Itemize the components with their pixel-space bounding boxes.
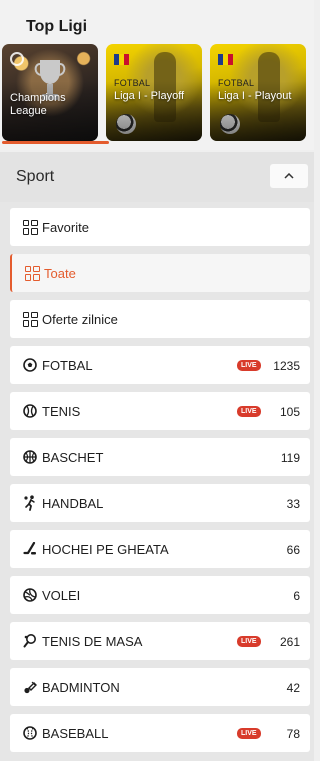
live-badge: LIVE	[237, 360, 261, 371]
live-badge: LIVE	[237, 636, 261, 647]
sport-item-handbal[interactable]: HANDBAL 33	[10, 484, 310, 522]
sport-item-baschet[interactable]: BASCHET 119	[10, 438, 310, 476]
sport-item-tenis[interactable]: TENIS LIVE 105	[10, 392, 310, 430]
volleyball-icon	[22, 587, 38, 603]
baseball-icon	[22, 725, 38, 741]
league-card-liga-i-playout[interactable]: FOTBAL Liga I - Playout	[210, 44, 306, 141]
sport-title: Sport	[16, 168, 55, 185]
sport-item-label: TENIS	[42, 404, 81, 419]
romania-flag-icon	[114, 54, 129, 65]
soccer-ball-icon	[22, 357, 38, 373]
selected-card-indicator	[2, 141, 109, 144]
grid-icon	[24, 265, 40, 281]
sport-item-toate[interactable]: Toate	[10, 254, 310, 292]
tennis-ball-icon	[22, 403, 38, 419]
live-badge: LIVE	[237, 728, 261, 739]
sport-item-label: Toate	[44, 266, 76, 281]
grid-icon	[22, 219, 38, 235]
sport-item-label: HOCHEI PE GHEATA	[42, 542, 169, 557]
chevron-up-icon	[284, 173, 294, 179]
sport-item-label: Favorite	[42, 220, 89, 235]
event-count: 261	[279, 635, 300, 649]
event-count: 105	[279, 405, 300, 419]
top-ligi-section: Top Ligi Champions League FOTBAL Liga I …	[0, 0, 314, 150]
card-label-line2: League	[10, 105, 47, 117]
sport-item-baseball[interactable]: BASEBALL LIVE 78	[10, 714, 310, 752]
sport-item-label: BASEBALL	[42, 726, 109, 741]
sport-panel: Sport Favorite Toate Oferte zilnice FOTB…	[0, 152, 314, 761]
sport-item-label: BADMINTON	[42, 680, 120, 695]
sport-item-label: Oferte zilnice	[42, 312, 118, 327]
sport-item-badminton[interactable]: BADMINTON 42	[10, 668, 310, 706]
romania-flag-icon	[218, 54, 233, 65]
card-label: Liga I - Playoff	[114, 90, 185, 102]
league-card-liga-i-playoff[interactable]: FOTBAL Liga I - Playoff	[106, 44, 202, 141]
event-count: 33	[286, 497, 300, 511]
grid-icon	[22, 311, 38, 327]
sport-item-tenis-de-masa[interactable]: TENIS DE MASA LIVE 261	[10, 622, 310, 660]
sport-item-label: FOTBAL	[42, 358, 93, 373]
sport-item-favorite[interactable]: Favorite	[10, 208, 310, 246]
sport-item-label: BASCHET	[42, 450, 104, 465]
sport-item-oferte-zilnice[interactable]: Oferte zilnice	[10, 300, 310, 338]
sport-header: Sport	[0, 152, 314, 202]
basketball-icon	[22, 449, 38, 465]
collapse-button[interactable]	[270, 164, 308, 188]
hockey-stick-icon	[22, 541, 38, 557]
table-tennis-icon	[22, 633, 38, 649]
sport-item-fotbal[interactable]: FOTBAL LIVE 1235	[10, 346, 310, 384]
league-card-champions-league[interactable]: Champions League	[2, 44, 98, 141]
sport-item-label: VOLEI	[42, 588, 81, 603]
sport-item-label: TENIS DE MASA	[42, 634, 143, 649]
sport-item-hochei-pe-gheata[interactable]: HOCHEI PE GHEATA 66	[10, 530, 310, 568]
section-title: Top Ligi	[26, 18, 88, 35]
sport-item-label: HANDBAL	[42, 496, 104, 511]
event-count: 78	[286, 727, 300, 741]
sport-item-volei[interactable]: VOLEI 6	[10, 576, 310, 614]
live-badge: LIVE	[237, 406, 261, 417]
champions-league-logo-icon	[10, 52, 24, 66]
handball-icon	[22, 495, 38, 511]
event-count: 119	[280, 451, 300, 465]
event-count: 66	[286, 543, 300, 557]
card-label: Liga I - Playout	[218, 90, 292, 102]
event-count: 1235	[273, 359, 300, 373]
card-label-line1: Champions	[10, 92, 66, 104]
event-count: 6	[293, 589, 300, 603]
event-count: 42	[286, 681, 300, 695]
shuttlecock-icon	[22, 679, 38, 695]
